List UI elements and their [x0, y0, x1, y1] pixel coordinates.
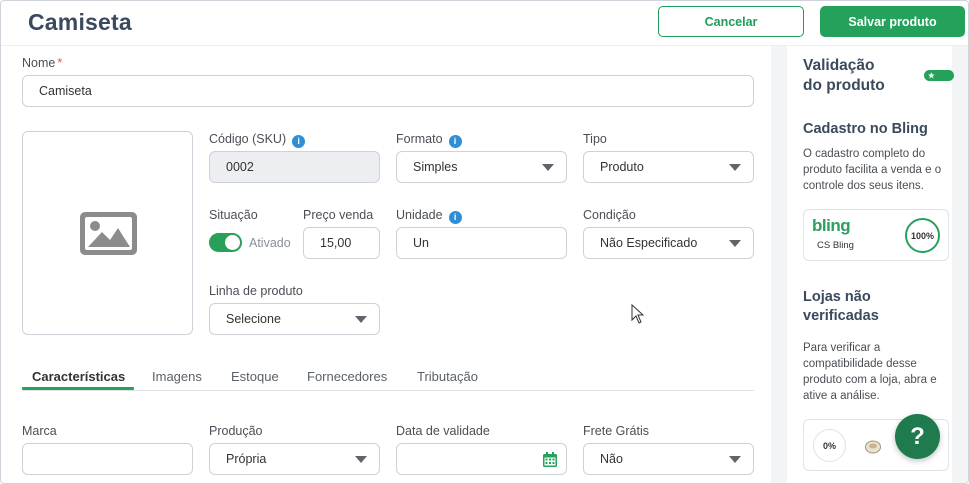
linha-produto-select[interactable]: Selecione — [209, 303, 380, 335]
preco-label: Preço venda — [303, 208, 374, 222]
chevron-down-icon — [542, 164, 554, 171]
tabs-divider — [22, 390, 754, 391]
lojas-title-line2: verificadas — [803, 308, 879, 324]
chevron-down-icon — [355, 456, 367, 463]
marca-label: Marca — [22, 424, 57, 438]
nome-label: Nome * — [22, 56, 63, 70]
tipo-select[interactable]: Produto — [583, 151, 754, 183]
condicao-select[interactable]: Não Especificado — [583, 227, 754, 259]
nome-input[interactable]: Camiseta — [22, 75, 754, 107]
lojas-score-badge: 0% — [813, 429, 846, 462]
chevron-down-icon — [729, 456, 741, 463]
bling-section-title: Cadastro no Bling — [803, 121, 928, 137]
product-image-dropzone[interactable] — [22, 131, 193, 335]
bling-logo: bling — [812, 216, 851, 235]
save-product-button[interactable]: Salvar produto — [820, 6, 965, 37]
info-icon[interactable]: i — [448, 134, 462, 148]
page-header: Camiseta Cancelar Salvar produto — [1, 1, 968, 46]
bling-score-card[interactable]: bling CS Bling 100% — [803, 209, 949, 261]
info-icon[interactable]: i — [292, 134, 306, 148]
tab-caracteristicas[interactable]: Características — [32, 369, 125, 384]
page-title: Camiseta — [28, 9, 132, 35]
validation-sidebar: Validação do produto ★ NOVO Cadastro no … — [771, 46, 968, 483]
producao-select[interactable]: Própria — [209, 443, 380, 475]
info-icon[interactable]: i — [448, 210, 462, 224]
tab-estoque[interactable]: Estoque — [231, 369, 279, 384]
new-badge: ★ NOVO — [924, 70, 955, 91]
bling-score-badge: 100% — [905, 218, 940, 253]
chevron-down-icon — [355, 316, 367, 323]
formato-select[interactable]: Simples — [396, 151, 567, 183]
lojas-title-line1: Lojas não — [803, 289, 871, 305]
marca-input[interactable] — [22, 443, 193, 475]
linha-label: Linha de produto — [209, 284, 303, 298]
app-frame: Camiseta Cancelar Salvar produto Nome * C… — [0, 0, 969, 484]
image-placeholder-icon — [80, 212, 137, 255]
unidade-input[interactable]: Un — [396, 227, 567, 259]
preco-venda-input[interactable]: 15,00 — [303, 227, 380, 259]
cancel-button[interactable]: Cancelar — [658, 6, 804, 37]
tipo-label: Tipo — [583, 132, 607, 146]
formato-label: Formato i — [396, 132, 462, 148]
codigo-sku-input[interactable]: 0002 — [209, 151, 380, 183]
tab-imagens[interactable]: Imagens — [152, 369, 202, 384]
validation-title-line1: Validação — [803, 57, 875, 74]
bling-store-name: CS Bling — [817, 240, 854, 251]
lojas-section-text: Para verificar a compatibilidade desse p… — [803, 342, 937, 402]
situacao-toggle[interactable] — [209, 233, 242, 252]
situacao-label: Situação — [209, 208, 258, 222]
validade-label: Data de validade — [396, 424, 490, 438]
unidade-label: Unidade i — [396, 208, 462, 224]
frete-gratis-select[interactable]: Não — [583, 443, 754, 475]
active-tab-indicator — [22, 387, 134, 390]
chevron-down-icon — [729, 164, 741, 171]
codigo-label: Código (SKU) i — [209, 132, 306, 148]
chevron-down-icon — [729, 240, 741, 247]
required-mark: * — [57, 56, 63, 70]
producao-label: Produção — [209, 424, 263, 438]
bling-section-text: O cadastro completo do produto facilita … — [803, 148, 942, 192]
tab-fornecedores[interactable]: Fornecedores — [307, 369, 387, 384]
mouse-cursor-icon — [631, 304, 644, 324]
situacao-toggle-label: Ativado — [249, 236, 291, 250]
data-validade-input[interactable] — [396, 443, 567, 475]
calendar-icon[interactable] — [543, 452, 557, 467]
store-icon — [865, 440, 881, 454]
validation-title-line2: do produto — [803, 77, 885, 94]
tab-tributacao[interactable]: Tributação — [417, 369, 478, 384]
condicao-label: Condição — [583, 208, 636, 222]
frete-label: Frete Grátis — [583, 424, 649, 438]
help-button[interactable]: ? — [895, 414, 940, 459]
